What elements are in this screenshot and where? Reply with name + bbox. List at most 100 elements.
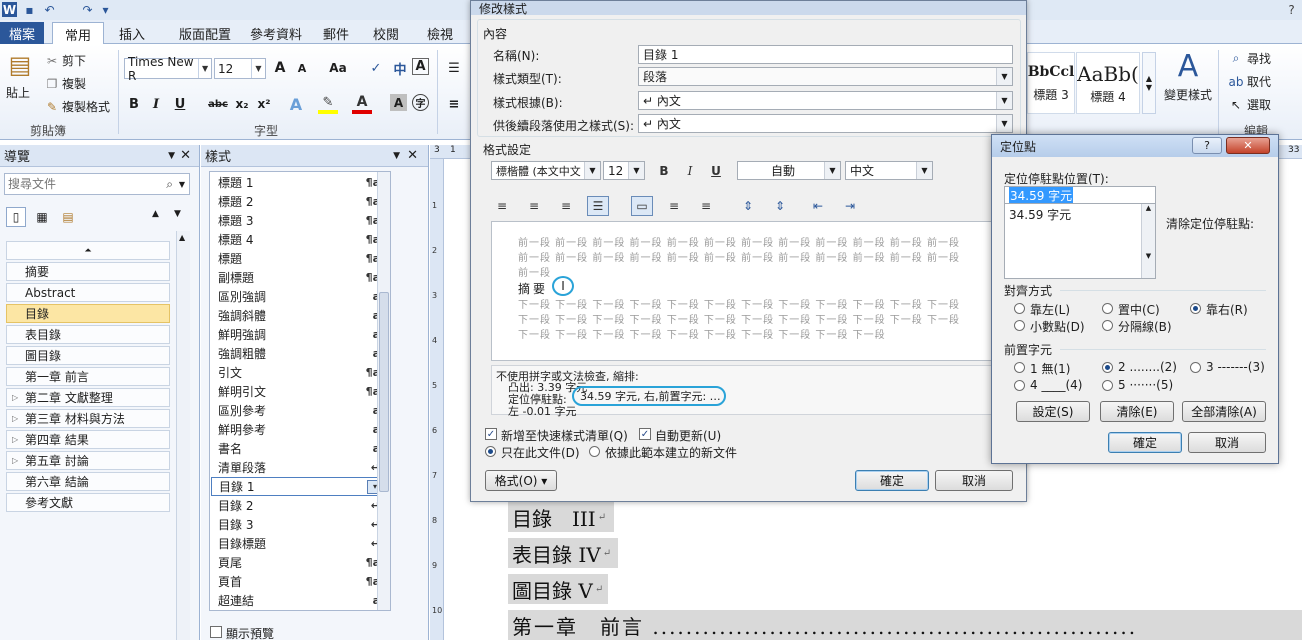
font-color-select[interactable]: 自動 ▼ (737, 161, 841, 180)
based-on-select[interactable]: ↵ 內文 ▼ (638, 91, 1013, 110)
copy-button[interactable]: 複製 (62, 75, 86, 92)
redo-icon[interactable]: ↷ (80, 2, 95, 17)
find-button[interactable]: 尋找 (1247, 50, 1271, 67)
nav-heading-item[interactable]: ▷ 第五章 討論 (6, 451, 170, 470)
new-documents-radio[interactable] (589, 446, 600, 457)
set-button[interactable]: 設定(S) (1016, 401, 1090, 422)
results-view-icon[interactable]: ▤ (58, 207, 78, 227)
style-list-item[interactable]: 引文 ¶a (211, 363, 386, 382)
cut-button[interactable]: 剪下 (62, 52, 86, 69)
style-list-item[interactable]: 標題 ¶a (211, 249, 386, 268)
chevron-down-icon[interactable]: ▼ (916, 162, 932, 179)
style-list-item[interactable]: 副標題 ¶a (211, 268, 386, 287)
style-list-item[interactable]: 標題 3 ¶a (211, 211, 386, 230)
chevron-down-icon[interactable]: ▼ (251, 59, 265, 78)
font-name-combo[interactable]: Times New R ▼ (124, 55, 212, 83)
style-list-item[interactable]: 標題 1 ¶a (211, 173, 386, 192)
save-icon[interactable]: ▪ (22, 2, 37, 17)
increase-indent-icon[interactable]: ⇥ (839, 196, 861, 216)
style-list-item[interactable]: 目錄 3 ↵ (211, 515, 386, 534)
align-right-radio[interactable] (1190, 303, 1201, 314)
style-type-select[interactable]: 段落 ▼ (638, 67, 1013, 86)
italic-button[interactable]: I (146, 94, 166, 114)
style-list-item[interactable]: 頁尾 ¶a (211, 553, 386, 572)
nav-heading-item[interactable]: Abstract (6, 283, 170, 302)
style-list-item[interactable]: 鮮明引文 ¶a (211, 382, 386, 401)
style-list-item[interactable]: 區別參考a (211, 401, 386, 420)
tabs-ok-button[interactable]: 確定 (1108, 432, 1182, 453)
font-color-icon[interactable]: A (352, 94, 372, 114)
change-case-button[interactable]: Aa (324, 58, 352, 78)
align-decimal-radio[interactable] (1014, 320, 1025, 331)
only-this-document-radio[interactable] (485, 446, 496, 457)
tab-review[interactable]: 校閱 (368, 23, 404, 43)
style-name-input[interactable]: 目錄 1 (638, 45, 1013, 64)
space-after-icon[interactable]: ⇕ (769, 196, 791, 216)
pages-view-icon[interactable]: ▦ (32, 207, 52, 227)
paste-button[interactable]: 貼上 (6, 84, 30, 101)
leader-underline-radio[interactable] (1014, 380, 1025, 391)
add-quick-style-checkbox[interactable]: ✓ (485, 428, 497, 440)
word-icon[interactable]: W (2, 2, 17, 17)
grow-font-button[interactable]: A (270, 58, 290, 78)
document-line[interactable]: 表目錄 IV ↵ (508, 538, 618, 568)
clear-all-button[interactable]: 全部清除(A) (1182, 401, 1266, 422)
document-line[interactable]: 圖目錄 V ↵ (508, 574, 608, 604)
format-menu-button[interactable]: 格式(O) ▾ (485, 470, 557, 491)
document-line[interactable]: 目錄 III ↵ (508, 502, 614, 532)
chevron-down-icon[interactable]: ▼ (584, 162, 600, 179)
justify-icon[interactable]: ☰ (587, 196, 609, 216)
tab-view[interactable]: 檢視 (422, 23, 458, 43)
shrink-font-button[interactable]: A (292, 58, 312, 78)
strikethrough-button[interactable]: abc (206, 94, 230, 114)
double-spacing-icon[interactable]: ≡ (695, 196, 717, 216)
style-list-item[interactable]: 目錄標題 ↵ (211, 534, 386, 553)
next-heading-icon[interactable]: ▼ (174, 209, 181, 219)
style-list-item[interactable]: 強調斜體a (211, 306, 386, 325)
highlight-icon[interactable]: ✎ (318, 94, 338, 114)
format-painter-button[interactable]: 複製格式 (62, 98, 110, 115)
help-icon[interactable]: ? (1284, 2, 1299, 17)
styles-scrollbar[interactable] (377, 172, 390, 610)
tab-page-layout[interactable]: 版面配置 (165, 23, 245, 43)
style-list-item[interactable]: 鮮明參考a (211, 420, 386, 439)
format-italic-button[interactable]: I (679, 161, 701, 181)
close-icon[interactable]: ✕ (180, 148, 191, 163)
chevron-down-icon[interactable]: ▼ (393, 151, 400, 161)
change-styles-button[interactable]: 變更樣式 (1164, 86, 1212, 103)
style-list-item[interactable]: 書名a (211, 439, 386, 458)
font-size-combo[interactable]: 12 ▼ (214, 58, 266, 79)
leader-middot-radio[interactable] (1102, 380, 1113, 391)
leader-none-radio[interactable] (1014, 362, 1025, 373)
spell-icon[interactable]: ✓ (366, 58, 386, 78)
bullets-icon[interactable]: ☰ (444, 58, 464, 78)
decrease-indent-icon[interactable]: ⇤ (807, 196, 829, 216)
tab-stop-list[interactable]: 34.59 字元 ▲ ▼ (1004, 203, 1156, 279)
customize-qat-icon[interactable]: ▾ (98, 2, 113, 17)
expand-icon[interactable]: ▷ (12, 456, 18, 465)
style-list-item[interactable]: 目錄 2 ↵ (211, 496, 386, 515)
close-button[interactable]: ✕ (1226, 137, 1270, 154)
expand-icon[interactable]: ▷ (12, 435, 18, 444)
format-font-select[interactable]: 標楷體 (本文中文 ▼ (491, 161, 601, 180)
single-spacing-icon[interactable]: ▭ (631, 196, 653, 216)
nav-heading-item[interactable]: ▷ 第三章 材料與方法 (6, 409, 170, 428)
leader-dashes-radio[interactable] (1190, 362, 1201, 373)
underline-button[interactable]: U (170, 94, 190, 114)
style-list-item[interactable]: 強調粗體a (211, 344, 386, 363)
expand-icon[interactable]: ▷ (12, 393, 18, 402)
chevron-down-icon[interactable]: ▼ (824, 162, 840, 179)
clear-button[interactable]: 清除(E) (1100, 401, 1174, 422)
select-button[interactable]: 選取 (1247, 96, 1271, 113)
tab-insert[interactable]: 插入 (112, 23, 152, 43)
next-style-select[interactable]: ↵ 內文 ▼ (638, 114, 1013, 133)
show-preview-checkbox[interactable] (210, 626, 222, 638)
close-icon[interactable]: ✕ (407, 148, 418, 163)
nav-heading-item[interactable]: 第六章 結論 (6, 472, 170, 491)
style-list-item[interactable]: 標題 2 ¶a (211, 192, 386, 211)
style-list-item[interactable]: 鮮明強調a (211, 325, 386, 344)
nav-heading-item[interactable]: 摘要 (6, 262, 170, 281)
char-shading-icon[interactable]: A (390, 94, 407, 111)
nav-scrollbar[interactable]: ▲ (176, 231, 190, 640)
bold-button[interactable]: B (124, 94, 144, 114)
